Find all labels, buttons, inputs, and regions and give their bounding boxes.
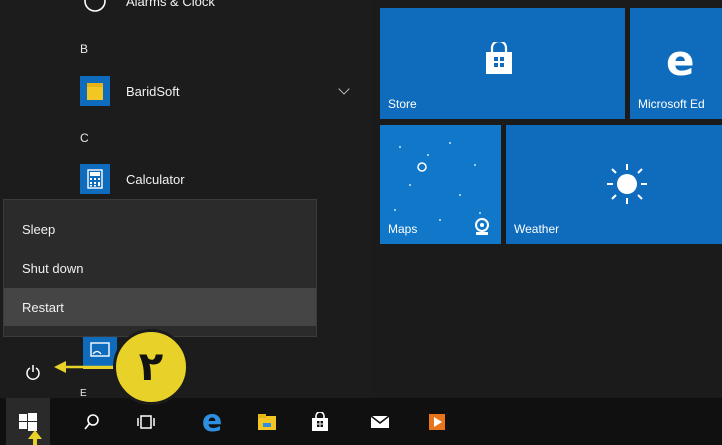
tile-store-label: Store [388, 97, 417, 111]
task-view-icon [137, 414, 155, 429]
sun-icon [607, 164, 647, 204]
alarm-clock-icon [80, 0, 110, 16]
taskbar-edge[interactable]: e [190, 398, 234, 445]
windows-start-icon [19, 412, 37, 431]
edge-icon: e [201, 403, 223, 439]
start-callout-arrow [28, 430, 42, 445]
calculator-icon [80, 164, 110, 194]
app-calculator[interactable]: Calculator [80, 162, 360, 196]
tile-weather-label: Weather [514, 222, 560, 236]
tile-microsoft-edge[interactable]: e Microsoft Ed [630, 8, 722, 119]
app-alarms-clock[interactable]: Alarms & Clock [80, 0, 360, 18]
taskbar-file-explorer[interactable] [245, 398, 289, 445]
search-icon [84, 413, 99, 430]
taskbar-store[interactable] [298, 398, 342, 445]
app-baridsoft-label: BaridSoft [126, 83, 180, 99]
tile-maps[interactable]: Maps [380, 125, 501, 244]
search-button[interactable] [70, 398, 114, 445]
power-menu-sleep[interactable]: Sleep [4, 210, 316, 248]
folder-icon [80, 76, 110, 106]
tile-weather[interactable]: Weather [506, 125, 722, 244]
app-baridsoft[interactable]: BaridSoft [80, 74, 360, 108]
taskbar-media-player[interactable] [415, 398, 459, 445]
task-view-button[interactable] [124, 398, 168, 445]
power-menu: Sleep Shut down Restart [3, 199, 317, 337]
store-bag-icon [486, 42, 512, 74]
callout-arrow [54, 361, 116, 373]
app-calculator-label: Calculator [126, 171, 185, 187]
step-number-badge: ۲ [113, 329, 189, 405]
section-letter-b[interactable]: B [80, 42, 88, 56]
app-alarms-clock-label: Alarms & Clock [126, 0, 215, 9]
mail-icon [370, 414, 390, 428]
power-button[interactable] [19, 358, 47, 386]
power-menu-restart[interactable]: Restart [4, 288, 316, 326]
tile-store[interactable]: Store [380, 8, 625, 119]
edge-icon: e [666, 36, 695, 85]
tile-maps-label: Maps [388, 222, 418, 236]
power-icon [26, 365, 40, 380]
taskbar-mail[interactable] [358, 398, 402, 445]
file-explorer-icon [258, 413, 276, 430]
section-letter-c[interactable]: C [80, 131, 89, 145]
power-menu-shut-down[interactable]: Shut down [4, 249, 316, 287]
store-icon [312, 411, 328, 431]
media-player-icon [429, 413, 445, 430]
tile-microsoft-edge-label: Microsoft Ed [638, 97, 705, 111]
